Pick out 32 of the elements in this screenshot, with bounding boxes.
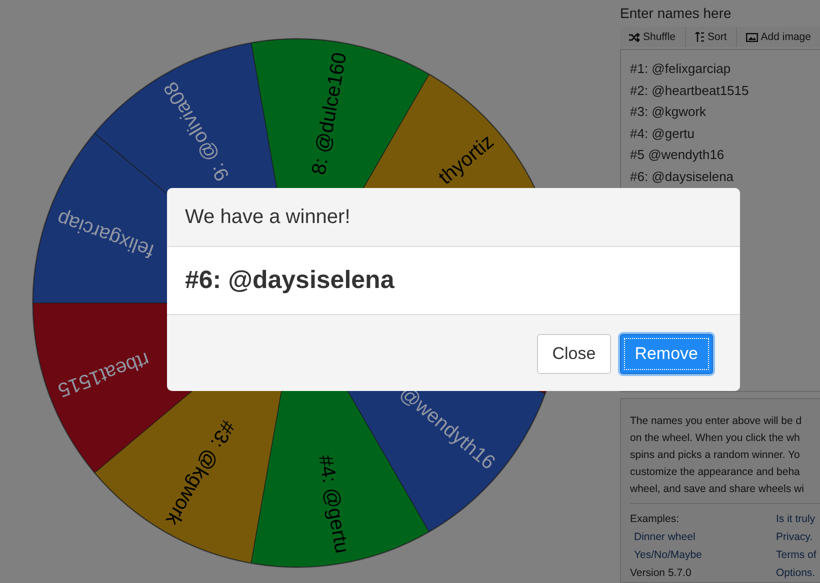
example-link[interactable]: Dinner wheel <box>634 528 696 546</box>
close-button[interactable]: Close <box>537 334 611 374</box>
name-entry: #1: @felixgarciap <box>630 60 732 78</box>
info-link[interactable]: Options. <box>776 564 816 582</box>
toolbar-button[interactable]: Sort <box>686 27 737 47</box>
winner-name: #6: @daysiselena <box>185 266 394 295</box>
shuffle-icon <box>629 32 640 42</box>
name-entry: #5 @wendyth16 <box>630 146 726 164</box>
name-entry: #3: @kgwork <box>630 103 708 121</box>
info-link[interactable]: Privacy. <box>776 528 813 546</box>
info-text-line: spins and picks a random winner. Yo <box>630 448 801 463</box>
info-text-line: wheel, and save and share wheels wi <box>630 482 805 497</box>
name-entry: #6: @daysiselena <box>630 168 735 186</box>
segment-label: #4: @gertu <box>314 453 353 555</box>
dialog-title: We have a winner! <box>185 206 350 228</box>
example-link[interactable]: Yes/No/Maybe <box>634 546 702 564</box>
info-text-line: on the wheel. When you click the wh <box>630 431 801 446</box>
image-icon <box>746 32 758 42</box>
info-label: Version 5.7.0 <box>630 566 692 581</box>
info-text-line: customize the appearance and beha <box>630 465 801 480</box>
info-link[interactable]: Is it truly <box>776 510 816 528</box>
examples-heading: Examples: <box>630 512 680 527</box>
panel-title: Enter names here <box>620 5 732 21</box>
sort-icon <box>694 32 704 42</box>
remove-button[interactable]: Remove <box>620 334 713 374</box>
name-entry: #4: @gertu <box>630 124 696 143</box>
info-text-line: The names you enter above will be d <box>630 414 803 429</box>
toolbar-button[interactable]: Shuffle <box>620 27 686 47</box>
toolbar-button[interactable]: Add image <box>736 27 820 47</box>
segment-label: 8: @dulce160 <box>308 50 352 176</box>
info-link[interactable]: Terms of <box>776 546 816 564</box>
name-entry: #2: @heartbeat1515 <box>630 82 750 100</box>
